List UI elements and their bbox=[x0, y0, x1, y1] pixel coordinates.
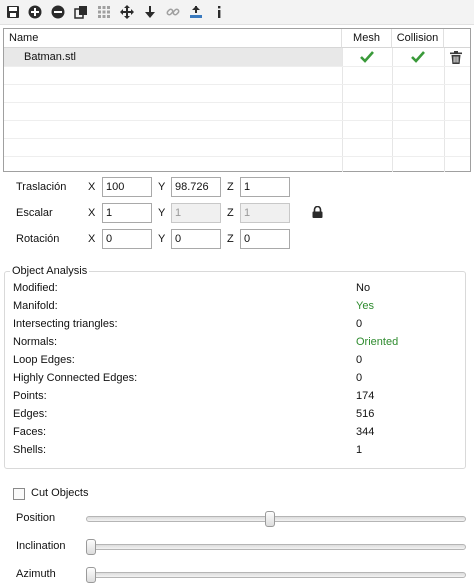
move-icon[interactable] bbox=[118, 3, 136, 21]
axis-x-label: X bbox=[88, 181, 96, 193]
manifold-label: Manifold: bbox=[13, 300, 58, 312]
faces-label: Faces: bbox=[13, 426, 47, 438]
lock-icon[interactable] bbox=[312, 205, 323, 221]
axis-z-label: Z bbox=[227, 233, 234, 245]
collision-check-icon[interactable] bbox=[411, 51, 425, 66]
axis-z-label: Z bbox=[227, 181, 234, 193]
header-name[interactable]: Name bbox=[4, 29, 342, 48]
scale-label: Escalar bbox=[16, 207, 53, 219]
shells-value: 1 bbox=[356, 444, 363, 456]
scale-y-input: 1 bbox=[171, 203, 221, 223]
highly-connected-edges-value: 0 bbox=[356, 372, 363, 384]
object-analysis-title: Object Analysis bbox=[10, 265, 90, 277]
axis-x-label: X bbox=[88, 233, 96, 245]
loop-edges-value: 0 bbox=[356, 354, 363, 366]
edges-value: 516 bbox=[356, 408, 375, 420]
scale-x-input[interactable]: 1 bbox=[102, 203, 152, 223]
highly-connected-edges-label: Highly Connected Edges: bbox=[13, 372, 138, 384]
rotation-x-input[interactable]: 0 bbox=[102, 229, 152, 249]
manifold-value: Yes bbox=[356, 300, 374, 312]
edges-label: Edges: bbox=[13, 408, 48, 420]
normals-label: Normals: bbox=[13, 336, 58, 348]
place-on-bed-icon[interactable] bbox=[187, 3, 205, 21]
row-divider bbox=[4, 120, 470, 121]
remove-icon[interactable] bbox=[49, 3, 67, 21]
azimuth-label: Azimuth bbox=[16, 568, 56, 580]
inclination-slider-thumb[interactable] bbox=[86, 539, 96, 555]
header-mesh[interactable]: Mesh bbox=[342, 29, 392, 48]
drop-down-icon[interactable] bbox=[141, 3, 159, 21]
row-divider bbox=[4, 66, 470, 67]
modified-value: No bbox=[356, 282, 371, 294]
intersecting-triangles-value: 0 bbox=[356, 318, 363, 330]
object-name[interactable]: Batman.stl bbox=[4, 48, 342, 66]
row-divider bbox=[4, 102, 470, 103]
row-divider bbox=[4, 138, 470, 139]
add-icon[interactable] bbox=[26, 3, 44, 21]
row-divider bbox=[4, 156, 470, 157]
axis-x-label: X bbox=[88, 207, 96, 219]
rotation-y-input[interactable]: 0 bbox=[171, 229, 221, 249]
cut-objects-label[interactable]: Cut Objects bbox=[31, 487, 88, 499]
save-icon[interactable] bbox=[4, 3, 22, 21]
table-row[interactable]: Batman.stl bbox=[4, 48, 470, 66]
mesh-check-icon[interactable] bbox=[360, 51, 374, 66]
position-slider-thumb[interactable] bbox=[265, 511, 276, 527]
rotation-label: Rotación bbox=[16, 233, 60, 245]
points-label: Points: bbox=[13, 390, 47, 402]
header-actions bbox=[444, 29, 470, 48]
cut-objects-checkbox[interactable] bbox=[13, 488, 25, 500]
axis-y-label: Y bbox=[158, 233, 166, 245]
trash-icon[interactable] bbox=[450, 51, 462, 67]
inclination-label: Inclination bbox=[16, 540, 66, 552]
rotation-z-input[interactable]: 0 bbox=[240, 229, 290, 249]
intersecting-triangles-label: Intersecting triangles: bbox=[13, 318, 118, 330]
translation-y-input[interactable]: 98.726 bbox=[171, 177, 221, 197]
translation-label: Traslación bbox=[16, 181, 67, 193]
unlink-icon[interactable] bbox=[164, 3, 182, 21]
points-value: 174 bbox=[356, 390, 375, 402]
axis-z-label: Z bbox=[227, 207, 234, 219]
position-label: Position bbox=[16, 512, 56, 524]
row-divider bbox=[4, 84, 470, 85]
header-collision[interactable]: Collision bbox=[392, 29, 444, 48]
grid-icon[interactable] bbox=[95, 3, 113, 21]
axis-y-label: Y bbox=[158, 181, 166, 193]
object-analysis-group bbox=[4, 271, 466, 469]
position-slider-track[interactable] bbox=[86, 516, 466, 522]
azimuth-slider-track[interactable] bbox=[86, 572, 466, 578]
toolbar bbox=[0, 0, 474, 25]
normals-value: Oriented bbox=[356, 336, 399, 348]
duplicate-icon[interactable] bbox=[72, 3, 90, 21]
scale-z-input: 1 bbox=[240, 203, 290, 223]
object-table: Name Mesh Collision Batman.stl bbox=[3, 28, 471, 172]
translation-x-input[interactable]: 100 bbox=[102, 177, 152, 197]
info-icon[interactable] bbox=[210, 3, 228, 21]
faces-value: 344 bbox=[356, 426, 375, 438]
azimuth-slider-thumb[interactable] bbox=[86, 567, 96, 583]
loop-edges-label: Loop Edges: bbox=[13, 354, 75, 366]
translation-z-input[interactable]: 1 bbox=[240, 177, 290, 197]
inclination-slider-track[interactable] bbox=[86, 544, 466, 550]
modified-label: Modified: bbox=[13, 282, 58, 294]
shells-label: Shells: bbox=[13, 444, 47, 456]
axis-y-label: Y bbox=[158, 207, 166, 219]
